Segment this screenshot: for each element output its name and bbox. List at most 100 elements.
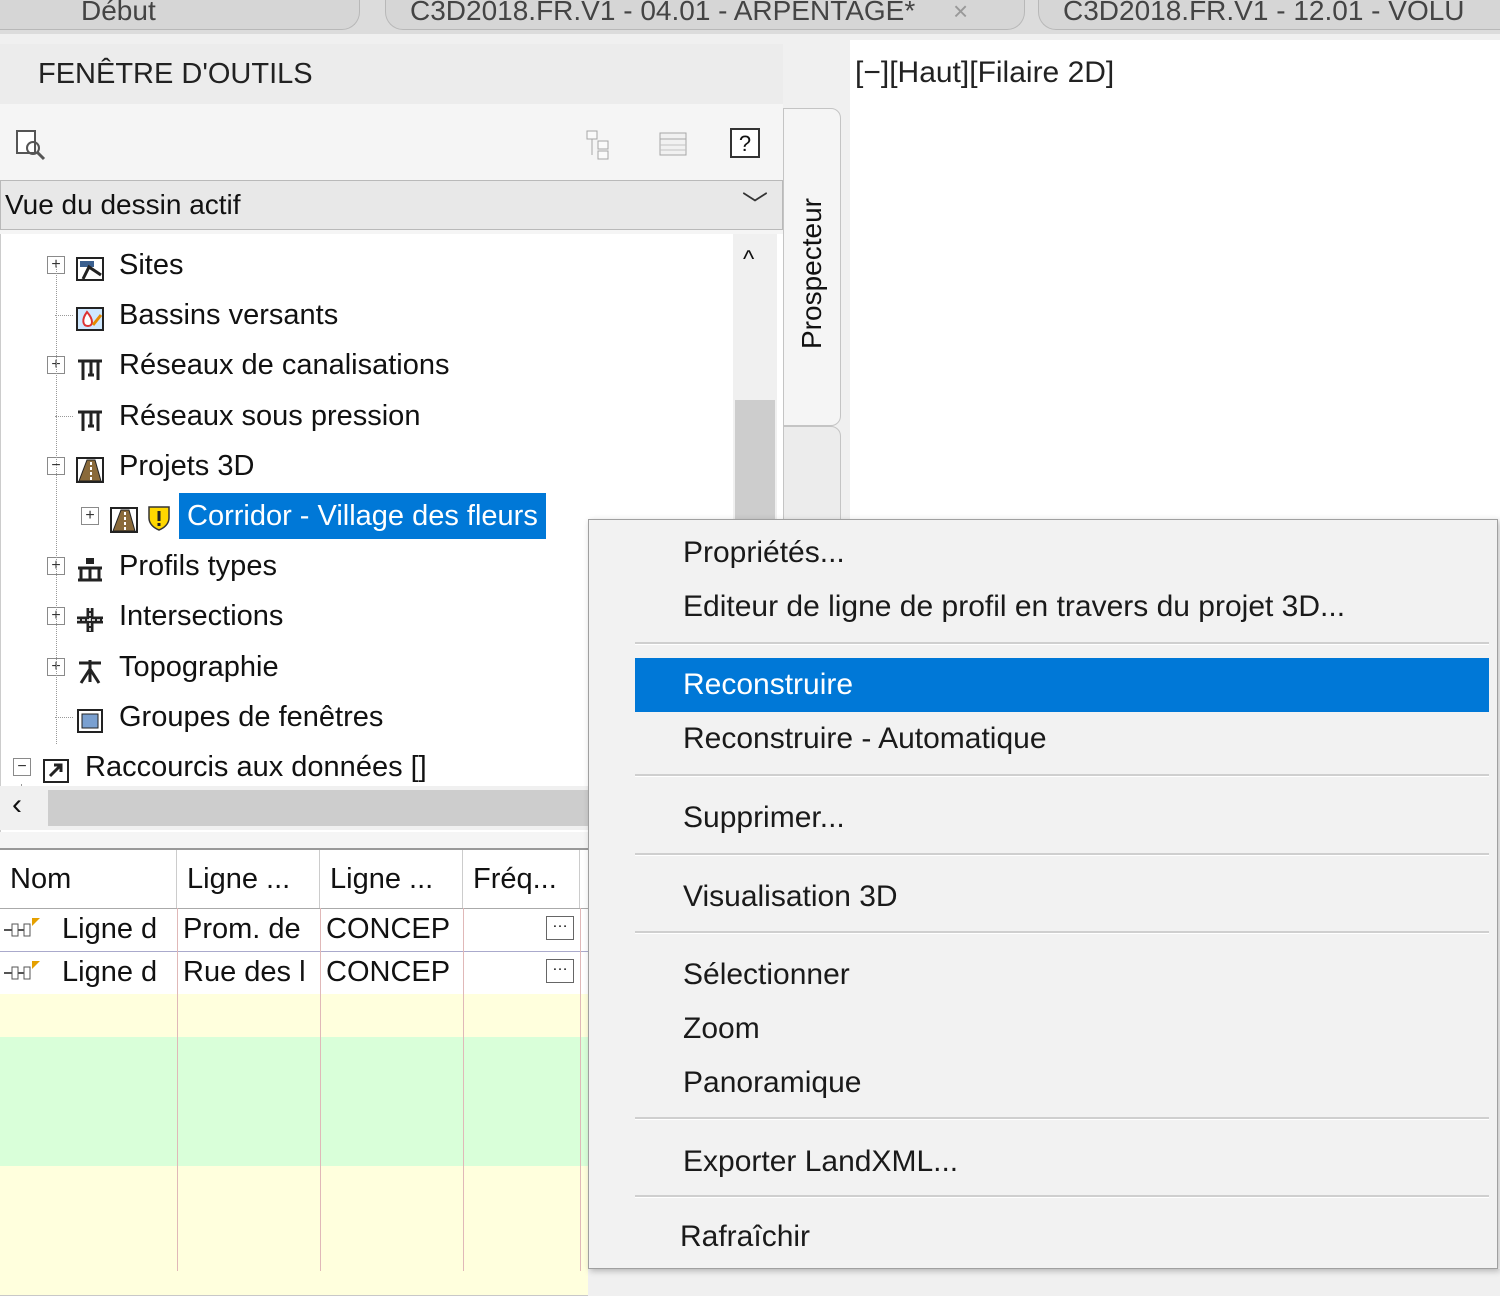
tree-guide — [56, 264, 57, 744]
column-header[interactable]: Ligne ... — [177, 850, 320, 908]
chevron-up-icon[interactable]: ^ — [743, 246, 754, 274]
tab-label: Prospecteur — [796, 198, 827, 349]
assembly-icon — [75, 552, 105, 582]
menu-item[interactable]: Reconstruire - Automatique — [635, 712, 1489, 766]
menu-item[interactable]: Exporter LandXML... — [635, 1135, 1489, 1189]
table-cell: CONCEP — [326, 913, 451, 945]
context-menu: Propriétés... Editeur de ligne de profil … — [588, 519, 1498, 1269]
tree-node-label: Profils types — [119, 550, 277, 582]
tree-connector — [55, 717, 73, 718]
pipe-network-icon — [75, 351, 105, 380]
column-divider — [320, 908, 321, 1271]
tree-node-label: Bassins versants — [119, 299, 339, 331]
menu-item[interactable]: Editeur de ligne de profil en travers du… — [635, 580, 1489, 634]
baseline-icon — [2, 916, 44, 947]
selected-node-label: Corridor - Village des fleurs — [179, 493, 546, 539]
document-tab-strip: Début C3D2018.FR.V1 - 04.01 - ARPENTAGE*… — [0, 0, 1500, 34]
menu-item[interactable]: Sélectionner — [635, 948, 1489, 1002]
tree-connector — [55, 315, 73, 316]
table-cell: CONCEP — [326, 956, 451, 988]
tree-node-label: Topographie — [119, 651, 279, 683]
tree-node[interactable]: Bassins versants — [1, 292, 734, 338]
tab-label: C3D2018.FR.V1 - 04.01 - ARPENTAGE* — [410, 0, 916, 26]
tree-view-icon[interactable] — [584, 128, 618, 167]
menu-separator — [635, 931, 1489, 934]
find-icon[interactable] — [14, 128, 48, 167]
menu-item[interactable]: Reconstruire — [635, 658, 1489, 712]
menu-item[interactable]: Zoom — [635, 1002, 1489, 1056]
menu-separator — [635, 1195, 1489, 1198]
tree-node-label: Réseaux sous pression — [119, 400, 421, 432]
list-view-icon[interactable] — [656, 128, 690, 167]
view-frame-icon — [75, 703, 105, 733]
tree-node[interactable]: − Projets 3D — [1, 443, 734, 489]
item-grid: Nom Ligne ... Ligne ... Fréq... Ligne d Prom.… — [0, 848, 588, 1296]
view-dropdown[interactable]: Vue du dessin actif ﹀ — [0, 180, 783, 230]
table-cell: Ligne d — [62, 913, 158, 945]
ellipsis-button[interactable]: … — [546, 915, 574, 940]
side-tabs: Prospecteur s — [783, 108, 843, 566]
tab-debut[interactable]: Début — [0, 0, 360, 30]
column-divider — [177, 908, 178, 1271]
panel-toolbar: ? — [0, 104, 783, 180]
view-dropdown-value: Vue du dessin actif — [5, 189, 241, 220]
empty-row — [0, 1209, 588, 1253]
table-row[interactable]: Ligne d Rue des l CONCEP … — [0, 951, 588, 995]
column-divider — [463, 908, 464, 1271]
panel-title: FENÊTRE D'OUTILS — [0, 44, 783, 104]
tree-node-label: Groupes de fenêtres — [119, 701, 384, 733]
tree-node-label: Raccourcis aux données [] — [85, 751, 427, 783]
column-header[interactable]: Nom — [0, 850, 177, 908]
tree-node[interactable]: Réseaux sous pression — [1, 393, 734, 439]
intersection-icon — [75, 602, 105, 632]
empty-row — [0, 1166, 588, 1210]
survey-icon — [75, 653, 105, 684]
tree-node-label: Réseaux de canalisations — [119, 349, 450, 381]
menu-item[interactable]: Visualisation 3D — [635, 870, 1489, 924]
collapse-icon[interactable]: − — [13, 758, 31, 776]
table-cell: Ligne d — [62, 956, 158, 988]
column-divider — [580, 908, 581, 1271]
help-icon[interactable]: ? — [730, 128, 760, 158]
column-header[interactable]: Ligne ... — [320, 850, 463, 908]
menu-separator — [635, 774, 1489, 777]
menu-separator — [635, 853, 1489, 856]
empty-row — [0, 994, 588, 1038]
baseline-icon — [2, 959, 44, 990]
tab-label: Début — [81, 0, 156, 26]
tree-node-label: Intersections — [119, 600, 284, 632]
empty-row — [0, 1252, 588, 1296]
column-header[interactable]: Fréq... — [463, 850, 580, 908]
tree-node-label: Sites — [119, 249, 184, 281]
menu-item[interactable]: Supprimer... — [635, 791, 1489, 845]
chevron-down-icon: ﹀ — [741, 190, 768, 220]
tree-node-label: Projets 3D — [119, 450, 255, 482]
warning-icon — [145, 500, 175, 531]
sites-icon — [75, 251, 105, 281]
menu-separator — [635, 642, 1489, 645]
ellipsis-button[interactable]: … — [546, 958, 574, 983]
tree-node[interactable]: + Réseaux de canalisations — [1, 342, 734, 388]
tab-prospecteur[interactable]: Prospecteur — [783, 108, 841, 426]
table-cell: Rue des l — [183, 956, 306, 988]
close-icon[interactable]: × — [953, 0, 968, 26]
tab-volume[interactable]: C3D2018.FR.V1 - 12.01 - VOLU — [1038, 0, 1500, 30]
empty-row — [0, 1080, 588, 1124]
corridor-icon — [109, 502, 139, 533]
empty-row — [0, 1037, 588, 1081]
shortcut-icon — [41, 753, 71, 783]
menu-item[interactable]: Rafraîchir — [635, 1210, 1489, 1264]
tab-arpentage[interactable]: C3D2018.FR.V1 - 04.01 - ARPENTAGE* × — [385, 0, 1025, 30]
chevron-left-icon[interactable]: ‹ — [12, 788, 22, 822]
corridor-icon — [75, 452, 105, 483]
table-row[interactable]: Ligne d Prom. de CONCEP … — [0, 908, 588, 952]
expand-icon[interactable]: + — [81, 507, 99, 525]
table-cell: Prom. de — [183, 913, 301, 945]
menu-item[interactable]: Propriétés... — [635, 526, 1489, 580]
menu-separator — [635, 1117, 1489, 1120]
menu-item[interactable]: Panoramique — [635, 1056, 1489, 1110]
tree-connector — [55, 416, 73, 417]
tree-node[interactable]: + Sites — [1, 242, 734, 288]
viewport-controls[interactable]: [−][Haut][Filaire 2D] — [855, 56, 1114, 90]
empty-row — [0, 1123, 588, 1167]
